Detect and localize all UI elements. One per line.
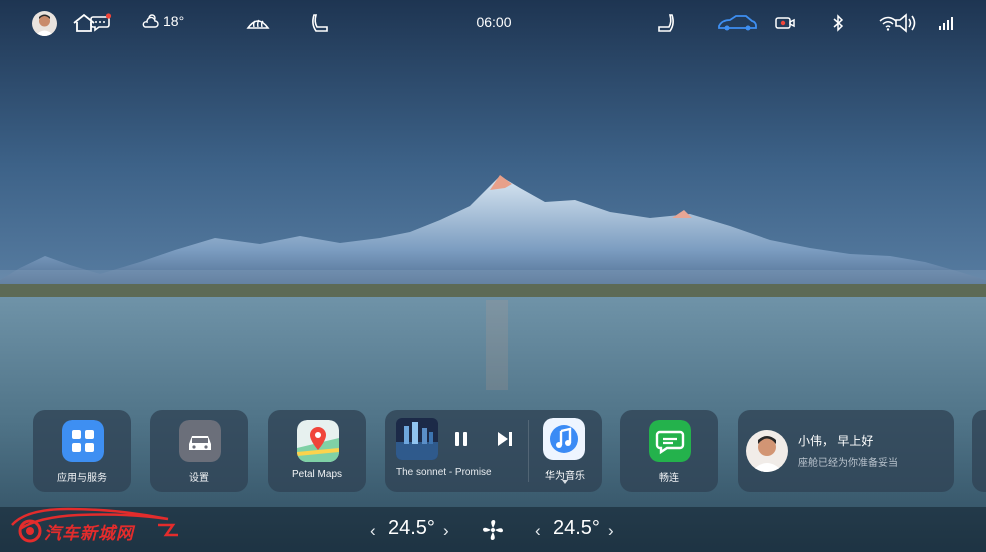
pause-icon[interactable] bbox=[452, 430, 470, 448]
right-temp-increase-button[interactable]: › bbox=[608, 521, 614, 541]
cellular-signal-icon bbox=[939, 17, 953, 30]
music-player-card[interactable]: The sonnet - Promise 华为音乐 bbox=[385, 410, 602, 492]
weather-widget[interactable]: 18° bbox=[142, 13, 184, 29]
clock: 06:00 bbox=[476, 14, 512, 30]
expand-indicator[interactable] bbox=[562, 480, 568, 484]
apps-grid-icon bbox=[62, 420, 104, 462]
app-label: 应用与服务 bbox=[57, 473, 107, 484]
left-temp-increase-button[interactable]: › bbox=[443, 521, 449, 541]
app-card-apps-services[interactable]: 应用与服务 bbox=[33, 410, 131, 492]
partly-cloudy-icon bbox=[142, 14, 159, 28]
right-temp-decrease-button[interactable]: ‹ bbox=[535, 521, 541, 541]
app-label: 设置 bbox=[189, 473, 209, 484]
dashcam-record-icon[interactable] bbox=[775, 14, 795, 32]
app-card-changlian[interactable]: 畅连 bbox=[620, 410, 718, 492]
greeting-title: 小伟， 早上好 bbox=[798, 434, 874, 448]
greeting-card[interactable]: 小伟， 早上好 座舱已经为你准备妥当 bbox=[738, 410, 954, 492]
driver-seat-heating-icon[interactable] bbox=[308, 12, 334, 34]
car-control-icon[interactable] bbox=[716, 12, 758, 34]
changlian-icon bbox=[649, 420, 691, 462]
left-temp-decrease-button[interactable]: ‹ bbox=[370, 521, 376, 541]
app-label: 畅连 bbox=[659, 473, 679, 484]
next-card-peek[interactable] bbox=[972, 410, 986, 492]
app-card-petal-maps[interactable]: Petal Maps bbox=[268, 410, 366, 492]
app-label: Petal Maps bbox=[291, 469, 343, 480]
album-cover[interactable] bbox=[396, 418, 438, 460]
front-defrost-icon[interactable] bbox=[245, 12, 271, 34]
user-photo bbox=[751, 436, 783, 472]
bluetooth-icon[interactable] bbox=[828, 14, 848, 32]
left-temperature: 24.5° bbox=[388, 517, 435, 539]
fan-icon[interactable] bbox=[481, 518, 505, 542]
car-settings-icon bbox=[179, 420, 221, 462]
passenger-seat-heating-icon[interactable] bbox=[652, 12, 678, 34]
user-avatar-image bbox=[35, 14, 54, 36]
home-icon[interactable] bbox=[71, 12, 97, 34]
volume-icon[interactable] bbox=[893, 12, 919, 34]
greeting-subtitle: 座舱已经为你准备妥当 bbox=[798, 458, 898, 469]
user-avatar[interactable] bbox=[32, 11, 57, 36]
next-track-icon[interactable] bbox=[496, 430, 514, 448]
petal-maps-icon bbox=[297, 420, 339, 462]
weather-temperature: 18° bbox=[163, 13, 185, 29]
app-card-settings[interactable]: 设置 bbox=[150, 410, 248, 492]
divider bbox=[528, 420, 529, 482]
right-temperature: 24.5° bbox=[553, 517, 600, 539]
status-bar: 18° 06:00 bbox=[0, 0, 986, 46]
user-avatar-large[interactable] bbox=[746, 430, 788, 472]
watermark-text: 汽车新城网 bbox=[44, 524, 134, 543]
song-title: The sonnet - Promise bbox=[396, 467, 492, 478]
huawei-music-icon[interactable] bbox=[543, 418, 585, 460]
